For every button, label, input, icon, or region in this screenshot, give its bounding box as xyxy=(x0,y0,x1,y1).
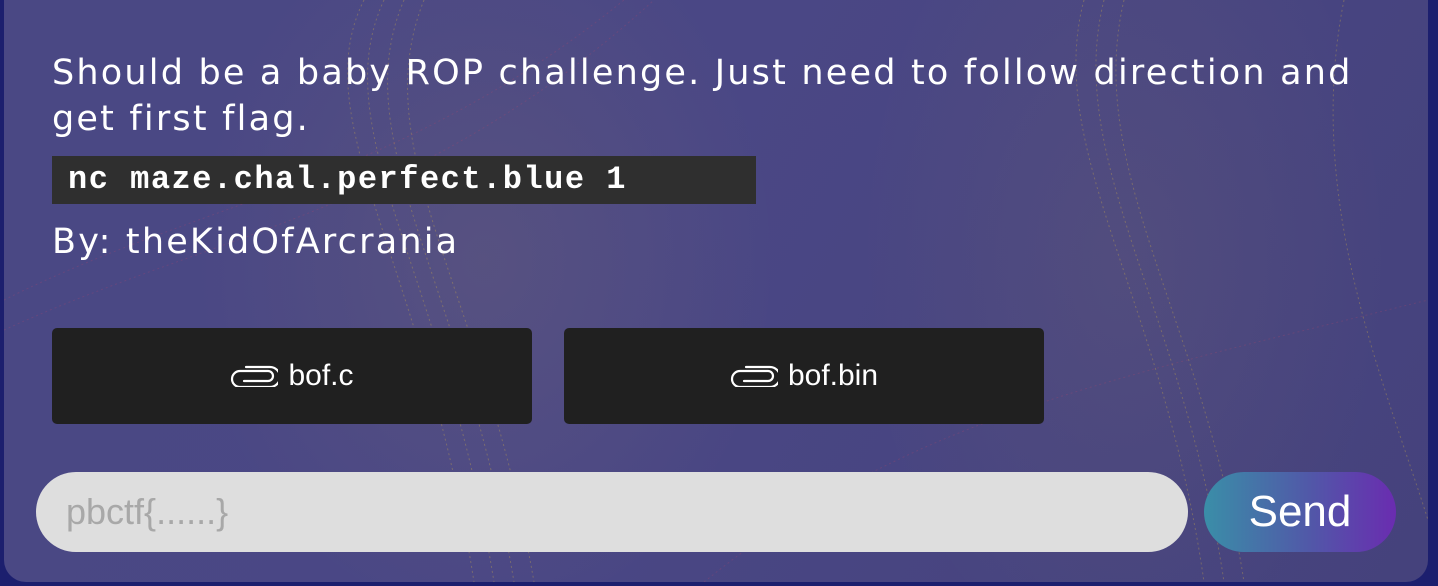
attachment-label: bof.c xyxy=(288,359,354,392)
paperclip-icon xyxy=(730,365,778,387)
send-button[interactable]: Send xyxy=(1204,472,1396,552)
connection-command: nc maze.chal.perfect.blue 1 xyxy=(52,156,756,204)
challenge-card: Should be a baby ROP challenge. Just nee… xyxy=(4,0,1428,582)
challenge-description: Should be a baby ROP challenge. Just nee… xyxy=(52,53,1353,139)
attachment-button-bof-bin[interactable]: bof.bin xyxy=(564,328,1044,424)
paperclip-icon xyxy=(230,365,279,387)
flag-input[interactable] xyxy=(36,472,1188,552)
challenge-author: By: theKidOfArcrania xyxy=(52,222,460,262)
attachment-button-bof-c[interactable]: bof.c xyxy=(52,328,532,424)
attachment-label: bof.bin xyxy=(787,359,879,392)
